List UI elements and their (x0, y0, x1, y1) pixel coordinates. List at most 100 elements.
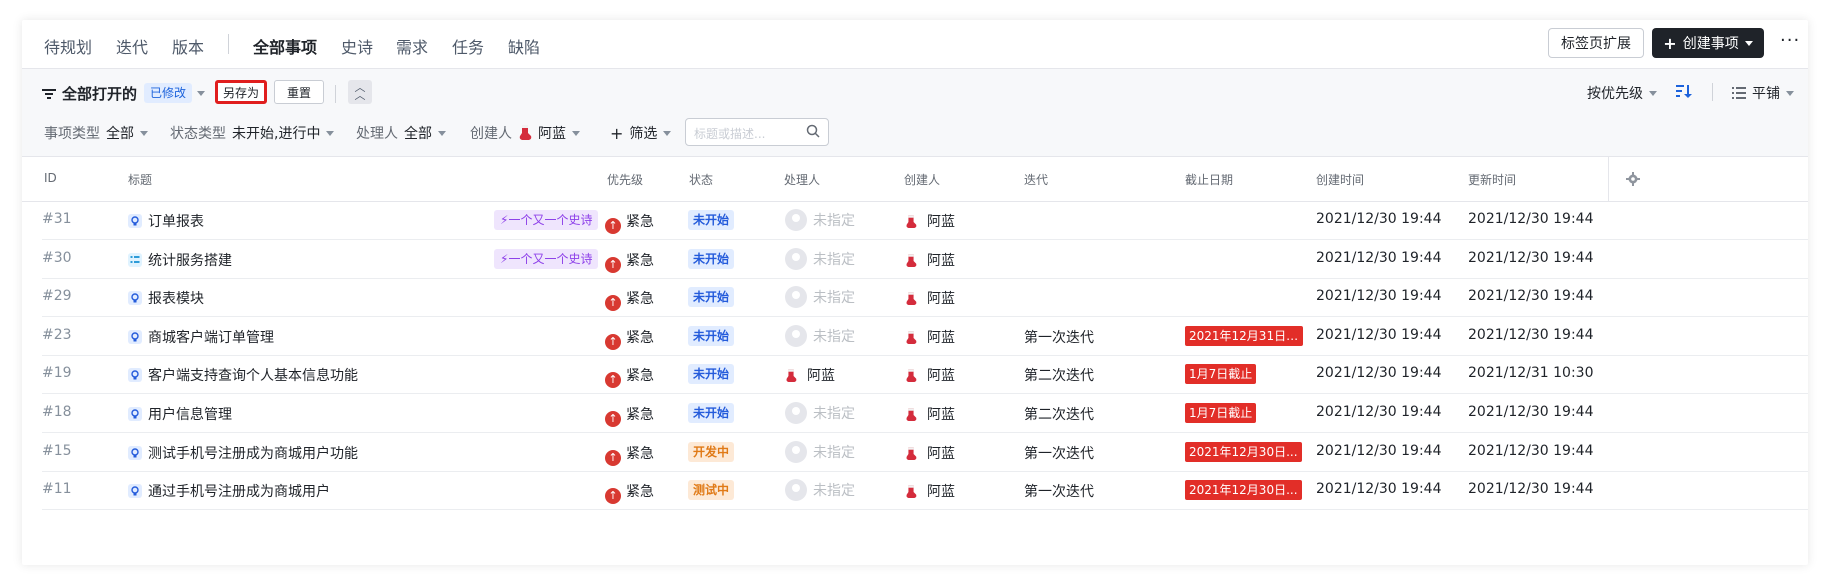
col-id[interactable]: ID (44, 171, 57, 185)
col-iteration[interactable]: 迭代 (1024, 171, 1048, 188)
table-row[interactable]: #30 统计服务搭建 ⚡一个又一个史诗 ↑ 紧急 未开始 未指定 阿蓝 2021/12/30 1… (42, 240, 1808, 279)
reset-button[interactable]: 重置 (274, 80, 324, 104)
priority[interactable]: ↑ 紧急 (605, 250, 654, 273)
col-priority[interactable]: 优先级 (607, 171, 643, 188)
status-badge[interactable]: 未开始 (688, 325, 735, 346)
iteration[interactable]: 第一次迭代 (1024, 481, 1094, 501)
assignee[interactable]: 未指定 (785, 440, 855, 463)
row-id[interactable]: #11 (42, 481, 72, 497)
row-title[interactable]: 订单报表 (128, 211, 204, 232)
due-date-badge[interactable]: 2021年12月30日... (1185, 480, 1302, 501)
tab-all-items[interactable]: 全部事项 (253, 34, 318, 72)
status-badge[interactable]: 测试中 (688, 480, 735, 501)
priority[interactable]: ↑ 紧急 (605, 327, 654, 350)
assignee[interactable]: 未指定 (785, 286, 855, 309)
row-title[interactable]: 通过手机号注册成为商城用户 (128, 481, 330, 502)
tab-version[interactable]: 版本 (172, 34, 204, 58)
due-date-badge[interactable]: 2021年12月30日... (1185, 441, 1302, 462)
row-id[interactable]: #29 (42, 288, 72, 304)
priority[interactable]: ↑ 紧急 (605, 288, 654, 312)
epic-tag[interactable]: ⚡一个又一个史诗 (494, 210, 599, 230)
priority[interactable]: ↑ 紧急 (605, 481, 654, 505)
table-row[interactable]: #23 商城客户端订单管理 ↑ 紧急 未开始 未指定 阿蓝 第一次迭代 2021年12月31日截… (42, 317, 1808, 356)
collapse-filter-button[interactable]: ︿ ︿ (348, 80, 372, 104)
assignee[interactable]: 未指定 (785, 402, 855, 424)
row-id[interactable]: #31 (42, 211, 72, 227)
priority[interactable]: ↑ 紧急 (605, 211, 654, 234)
tab-task[interactable]: 任务 (452, 34, 484, 58)
table-row[interactable]: #15 测试手机号注册成为商城用户功能 ↑ 紧急 开发中 未指定 阿蓝 第一次迭代 2021年1… (42, 433, 1808, 472)
chevron-down-icon[interactable] (197, 91, 205, 96)
add-filter-button[interactable]: + 筛选 (610, 123, 672, 143)
col-title[interactable]: 标题 (128, 171, 152, 188)
iteration[interactable]: 第二次迭代 (1024, 404, 1094, 424)
creator[interactable]: 阿蓝 (905, 443, 955, 466)
epic-tag[interactable]: ⚡一个又一个史诗 (494, 248, 599, 269)
due-date-badge[interactable]: 1月7日截止 (1185, 403, 1257, 423)
creator[interactable]: 阿蓝 (905, 288, 955, 311)
row-title[interactable]: 客户端支持查询个人基本信息功能 (128, 365, 358, 386)
tab-epic[interactable]: 史诗 (341, 34, 373, 58)
status-badge[interactable]: 未开始 (688, 210, 735, 230)
row-id[interactable]: #30 (42, 250, 72, 266)
status-badge[interactable]: 未开始 (688, 403, 735, 423)
tab-extend-button[interactable]: 标签页扩展 (1548, 28, 1644, 58)
filter-status-type[interactable]: 状态类型 未开始,进行中 (170, 123, 335, 143)
due-date-badge[interactable]: 2021年12月31日截止 (1185, 325, 1303, 346)
col-status[interactable]: 状态 (689, 171, 713, 188)
assignee[interactable]: 未指定 (785, 209, 855, 231)
col-due-date[interactable]: 截止日期 (1185, 171, 1233, 188)
gear-icon[interactable] (1626, 172, 1640, 186)
filter-creator[interactable]: 创建人 阿蓝 (470, 123, 580, 143)
filter-item-type[interactable]: 事项类型 全部 (44, 123, 148, 143)
iteration[interactable]: 第一次迭代 (1024, 443, 1094, 463)
tab-requirement[interactable]: 需求 (396, 34, 428, 58)
row-title[interactable]: 统计服务搭建 (128, 250, 232, 271)
status-badge[interactable]: 未开始 (688, 287, 735, 308)
search-input[interactable]: 标题或描述... (685, 118, 829, 146)
save-as-button[interactable]: 另存为 (215, 80, 267, 104)
table-row[interactable]: #31 订单报表 ⚡一个又一个史诗 ↑ 紧急 未开始 未指定 阿蓝 2021/12/30 19:… (42, 201, 1808, 240)
layout-selector[interactable]: 平铺 (1732, 83, 1794, 103)
sort-order-icon[interactable] (1676, 83, 1692, 103)
status-badge[interactable]: 未开始 (688, 364, 735, 385)
table-row[interactable]: #19 客户端支持查询个人基本信息功能 ↑ 紧急 未开始 阿蓝 阿蓝 第二次迭代 1月7日截止 2… (42, 355, 1808, 395)
iteration[interactable]: 第一次迭代 (1024, 327, 1094, 347)
priority[interactable]: ↑ 紧急 (605, 443, 654, 466)
sort-selector[interactable]: 按优先级 (1587, 83, 1657, 103)
tab-backlog[interactable]: 待规划 (44, 34, 92, 58)
filter-assignee[interactable]: 处理人 全部 (356, 123, 446, 143)
view-selector[interactable]: 全部打开的 (42, 83, 137, 104)
row-title[interactable]: 测试手机号注册成为商城用户功能 (128, 443, 358, 464)
table-row[interactable]: #29 报表模块 ↑ 紧急 未开始 未指定 阿蓝 2021/12/30 19:44 2021/1… (42, 278, 1808, 318)
col-creator[interactable]: 创建人 (904, 171, 940, 188)
creator[interactable]: 阿蓝 (905, 481, 955, 504)
row-title[interactable]: 报表模块 (128, 288, 204, 309)
col-created-time[interactable]: 创建时间 (1316, 171, 1364, 188)
assignee[interactable]: 未指定 (785, 247, 855, 270)
table-row[interactable]: #18 用户信息管理 ↑ 紧急 未开始 未指定 阿蓝 第二次迭代 1月7日截止 2021/12/3… (42, 394, 1808, 433)
priority[interactable]: ↑ 紧急 (605, 365, 654, 389)
assignee[interactable]: 未指定 (785, 324, 855, 347)
create-item-button[interactable]: + 创建事项 (1652, 28, 1764, 58)
col-assignee[interactable]: 处理人 (784, 171, 820, 188)
row-id[interactable]: #23 (42, 327, 72, 343)
col-updated-time[interactable]: 更新时间 (1468, 171, 1516, 188)
more-icon[interactable]: ··· (1780, 30, 1800, 51)
due-date-badge[interactable]: 1月7日截止 (1185, 364, 1257, 385)
row-title[interactable]: 用户信息管理 (128, 404, 232, 425)
creator[interactable]: 阿蓝 (905, 250, 955, 273)
status-badge[interactable]: 未开始 (688, 248, 735, 269)
table-row[interactable]: #11 通过手机号注册成为商城用户 ↑ 紧急 测试中 未指定 阿蓝 第一次迭代 2021年12月… (42, 471, 1808, 511)
priority[interactable]: ↑ 紧急 (605, 404, 654, 427)
status-badge[interactable]: 开发中 (688, 441, 735, 462)
creator[interactable]: 阿蓝 (905, 404, 955, 427)
row-id[interactable]: #18 (42, 404, 72, 420)
creator[interactable]: 阿蓝 (905, 327, 955, 350)
tab-iteration[interactable]: 迭代 (116, 34, 148, 58)
iteration[interactable]: 第二次迭代 (1024, 365, 1094, 385)
tab-defect[interactable]: 缺陷 (508, 34, 540, 58)
assignee[interactable]: 阿蓝 (785, 365, 835, 388)
row-title[interactable]: 商城客户端订单管理 (128, 327, 274, 348)
row-id[interactable]: #19 (42, 365, 72, 381)
